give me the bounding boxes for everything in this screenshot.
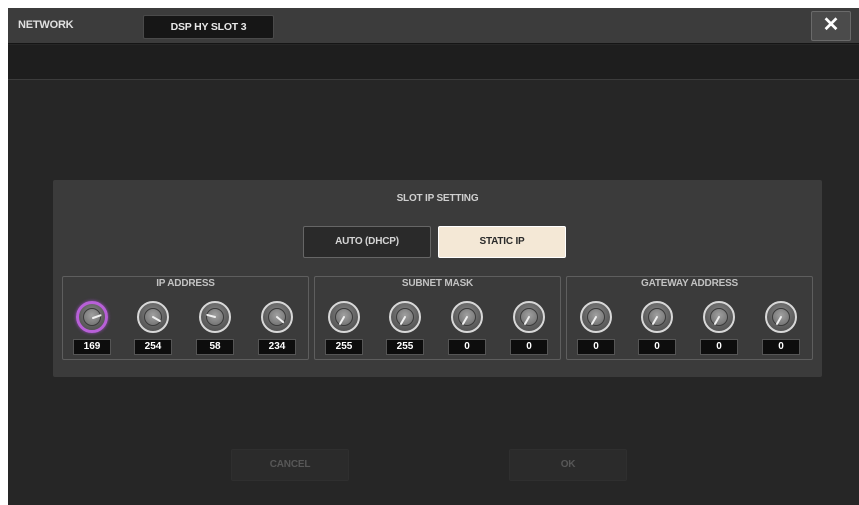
subnet-octet-3-value[interactable]: 0 — [448, 339, 486, 355]
auto-dhcp-button[interactable]: AUTO (DHCP) — [303, 226, 431, 258]
ip-octet-3-value[interactable]: 58 — [196, 339, 234, 355]
group-label: GATEWAY ADDRESS — [640, 278, 739, 289]
gateway-octet-2-value[interactable]: 0 — [638, 339, 676, 355]
slot-ip-setting-panel: SLOT IP SETTING AUTO (DHCP) STATIC IP IP… — [53, 180, 822, 377]
subnet-octet-1-knob[interactable] — [328, 301, 360, 333]
subnet-mask-group: SUBNET MASK 255 255 0 0 — [314, 276, 561, 360]
title-bar: NETWORK DSP HY SLOT 3 ✕ — [8, 8, 859, 44]
ok-button[interactable]: OK — [509, 449, 627, 481]
close-button[interactable]: ✕ — [811, 11, 851, 41]
ip-octet-3-knob[interactable] — [199, 301, 231, 333]
gateway-octet-4-value[interactable]: 0 — [762, 339, 800, 355]
static-ip-button[interactable]: STATIC IP — [438, 226, 566, 258]
ip-octet-1-knob[interactable] — [76, 301, 108, 333]
subnet-octet-3-knob[interactable] — [451, 301, 483, 333]
subnet-octet-1-value[interactable]: 255 — [325, 339, 363, 355]
subnet-octet-2-knob[interactable] — [389, 301, 421, 333]
group-label: SUBNET MASK — [401, 278, 474, 289]
slot-tab-button[interactable]: DSP HY SLOT 3 — [143, 15, 274, 39]
ip-address-group: IP ADDRESS 169 254 58 234 — [62, 276, 309, 360]
ip-octet-2-value[interactable]: 254 — [134, 339, 172, 355]
panel-title: SLOT IP SETTING — [396, 193, 479, 204]
gateway-address-group: GATEWAY ADDRESS 0 0 0 0 — [566, 276, 813, 360]
subnet-octet-2-value[interactable]: 255 — [386, 339, 424, 355]
gateway-octet-1-value[interactable]: 0 — [577, 339, 615, 355]
toolbar-area — [8, 45, 859, 80]
window-title: NETWORK — [18, 19, 74, 31]
gateway-octet-4-knob[interactable] — [765, 301, 797, 333]
ip-octet-4-knob[interactable] — [261, 301, 293, 333]
close-icon: ✕ — [822, 14, 840, 36]
gateway-octet-3-value[interactable]: 0 — [700, 339, 738, 355]
group-label: IP ADDRESS — [156, 278, 215, 289]
gateway-octet-1-knob[interactable] — [580, 301, 612, 333]
ip-octet-4-value[interactable]: 234 — [258, 339, 296, 355]
gateway-octet-2-knob[interactable] — [641, 301, 673, 333]
cancel-button[interactable]: CANCEL — [231, 449, 349, 481]
ip-octet-2-knob[interactable] — [137, 301, 169, 333]
ip-octet-1-value[interactable]: 169 — [73, 339, 111, 355]
gateway-octet-3-knob[interactable] — [703, 301, 735, 333]
subnet-octet-4-value[interactable]: 0 — [510, 339, 548, 355]
subnet-octet-4-knob[interactable] — [513, 301, 545, 333]
network-window: NETWORK DSP HY SLOT 3 ✕ SLOT IP SETTING … — [8, 8, 859, 505]
